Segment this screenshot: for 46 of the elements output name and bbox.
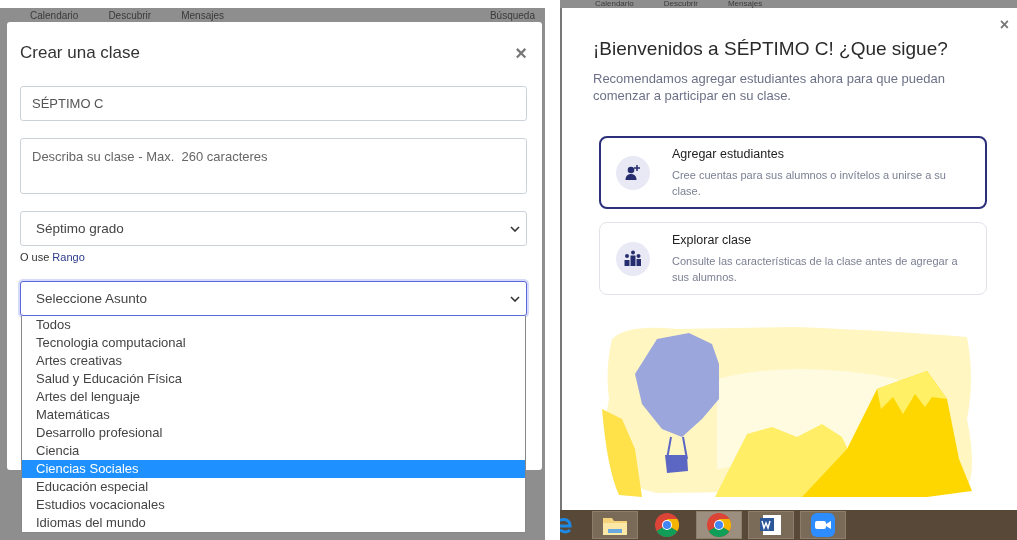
nav-link[interactable]: Calendario bbox=[595, 0, 634, 8]
option-description: Consulte las características de la clase antes de agregar a sus alumnos. bbox=[672, 253, 959, 285]
nav-link[interactable]: Descubrir bbox=[108, 9, 152, 21]
subject-select[interactable]: Seleccione Asunto bbox=[20, 281, 527, 316]
subject-option[interactable]: Ciencia bbox=[22, 442, 525, 460]
subject-option[interactable]: Estudios vocacionales bbox=[22, 496, 525, 514]
subject-option[interactable]: Artes del lenguaje bbox=[22, 388, 525, 406]
subject-option[interactable]: Todos bbox=[22, 316, 525, 334]
nav-link[interactable]: Mensajes bbox=[727, 0, 763, 8]
class-name-input[interactable]: SÉPTIMO C bbox=[20, 86, 527, 121]
dialog-title: Crear una clase bbox=[20, 43, 140, 63]
close-button[interactable]: × bbox=[515, 43, 527, 63]
nav-link[interactable]: Calendario bbox=[30, 9, 79, 21]
taskbar-button[interactable] bbox=[800, 511, 846, 539]
subject-option[interactable]: Idiomas del mundo bbox=[22, 514, 525, 532]
taskbar-button[interactable] bbox=[748, 511, 794, 539]
subject-option[interactable]: Salud y Educación Física bbox=[22, 370, 525, 388]
option-description: Cree cuentas para sus alumnos o invítelos a unirse a su clase. bbox=[672, 167, 947, 199]
chrome-icon bbox=[655, 513, 679, 537]
subject-option[interactable]: Educación especial bbox=[22, 478, 525, 496]
nav-link[interactable]: Mensajes bbox=[181, 9, 224, 21]
option-card[interactable]: Agregar estudiantes Cree cuentas para sus alumnos o invítelos a unirse a su clase. bbox=[599, 136, 987, 209]
chevron-down-icon bbox=[510, 225, 520, 232]
option-card[interactable]: Explorar clase Consulte las características de la clase antes de agregar a sus alumnos. bbox=[599, 222, 987, 295]
subject-option[interactable]: Matemáticas bbox=[22, 406, 525, 424]
option-title: Agregar estudiantes bbox=[672, 146, 785, 161]
option-title: Explorar clase bbox=[672, 232, 753, 247]
subject-option[interactable]: Desarrollo profesional bbox=[22, 424, 525, 442]
video-camera-icon bbox=[811, 513, 835, 537]
subject-option[interactable]: Tecnologia computacional bbox=[22, 334, 525, 352]
chevron-down-icon bbox=[510, 295, 520, 302]
hint-text: O use bbox=[20, 251, 50, 263]
description-input[interactable]: Describa su clase - Max. 260 caracteres bbox=[20, 138, 527, 194]
subject-option[interactable]: Artes creativas bbox=[22, 352, 525, 370]
close-button[interactable]: × bbox=[999, 16, 1009, 34]
nav-link[interactable]: Búsqueda bbox=[489, 9, 535, 21]
grade-select[interactable]: Séptimo grado bbox=[20, 211, 527, 246]
dialog-title: ¡Bienvenidos a SÉPTIMO C! ¿Que sigue? bbox=[593, 38, 949, 60]
add-user-icon bbox=[616, 155, 650, 190]
nav-link[interactable]: Descubrir bbox=[663, 0, 698, 8]
chrome-icon bbox=[707, 513, 731, 537]
document-icon bbox=[759, 513, 783, 537]
taskbar-button[interactable] bbox=[592, 511, 638, 539]
group-icon bbox=[616, 241, 650, 276]
range-link[interactable]: Rango bbox=[52, 251, 85, 263]
dialog-subtitle: Recomendamos agregar estudiantes ahora para que puedan comenzar a participar en su clase. bbox=[593, 70, 946, 104]
